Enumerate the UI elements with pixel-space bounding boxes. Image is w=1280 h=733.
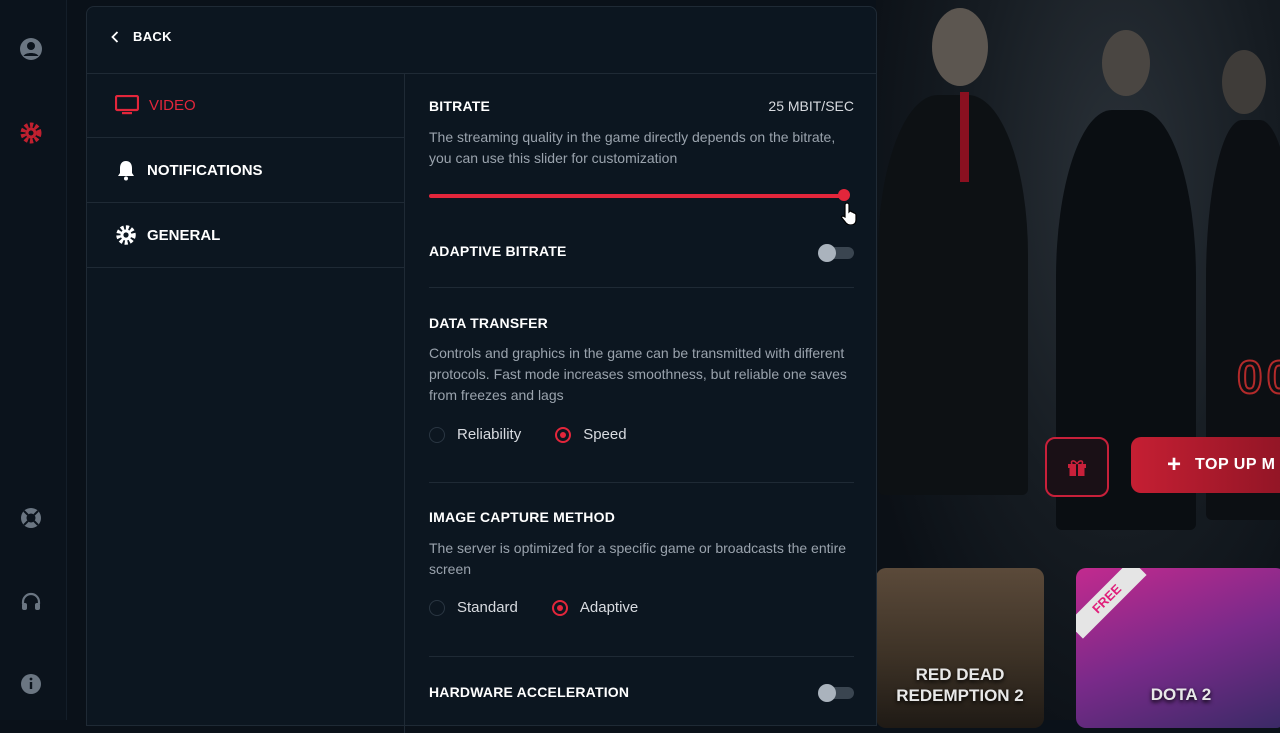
data-transfer-options: Reliability Speed	[429, 426, 627, 443]
divider	[429, 656, 854, 657]
gift-icon	[1068, 460, 1086, 476]
hand-cursor-icon	[841, 202, 857, 225]
radio-standard[interactable]: Standard	[429, 599, 518, 616]
bitrate-value: 25 MBIT/SEC	[768, 98, 854, 114]
radio-circle	[429, 599, 445, 616]
image-capture-title: IMAGE CAPTURE METHOD	[429, 509, 615, 525]
radio-speed[interactable]: Speed	[555, 426, 627, 443]
bitrate-slider-thumb[interactable]	[838, 189, 850, 201]
lifebuoy-icon[interactable]	[19, 506, 43, 530]
sidebar-item-notifications[interactable]: NOTIFICATIONS	[87, 138, 404, 203]
settings-panel: BACK VIDEO NOTIFICATIONS GENERAL BITRATE…	[86, 6, 877, 733]
hardware-acceleration-title: HARDWARE ACCELERATION	[429, 684, 630, 700]
adaptive-bitrate-toggle[interactable]	[818, 244, 854, 262]
bitrate-description: The streaming quality in the game direct…	[429, 129, 836, 166]
radio-label: Standard	[457, 599, 518, 616]
hardware-acceleration-toggle[interactable]	[818, 684, 854, 702]
sidebar-item-video[interactable]: VIDEO	[87, 73, 404, 138]
chevron-left-icon	[111, 30, 119, 43]
bitrate-slider-track[interactable]	[429, 194, 845, 198]
user-icon[interactable]	[19, 37, 43, 61]
adaptive-bitrate-title: ADAPTIVE BITRATE	[429, 243, 567, 259]
bitrate-title: BITRATE	[429, 98, 491, 114]
data-transfer-description: Controls and graphics in the game can be…	[429, 345, 847, 403]
divider	[429, 287, 854, 288]
image-capture-options: Standard Adaptive	[429, 599, 638, 616]
top-up-label: TOP UP M	[1195, 456, 1276, 473]
game-card-title: DOTA 2	[1150, 685, 1212, 704]
radio-label: Adaptive	[579, 599, 639, 616]
settings-header: BACK	[87, 7, 876, 74]
bell-icon	[118, 161, 134, 181]
radio-adaptive[interactable]: Adaptive	[551, 599, 639, 616]
settings-sidebar: VIDEO NOTIFICATIONS GENERAL	[87, 73, 405, 733]
radio-label: Speed	[583, 426, 627, 443]
info-icon[interactable]	[19, 672, 43, 696]
sidebar-item-label: GENERAL	[147, 226, 221, 244]
sidebar-item-general[interactable]: GENERAL	[87, 203, 404, 268]
radio-label: Reliability	[457, 426, 522, 443]
monitor-icon	[115, 95, 139, 115]
toggle-knob	[818, 684, 836, 702]
plus-icon: +	[1167, 451, 1182, 478]
neon-sign: 00	[1236, 350, 1280, 404]
back-button[interactable]: BACK	[111, 29, 172, 44]
radio-circle	[555, 426, 572, 443]
free-badge: FREE	[1076, 568, 1147, 639]
sidebar-item-label: VIDEO	[149, 96, 196, 114]
top-up-button[interactable]: + TOP UP M	[1131, 437, 1280, 493]
divider	[429, 482, 854, 483]
gear-icon[interactable]	[19, 121, 43, 145]
radio-reliability[interactable]: Reliability	[429, 426, 521, 443]
radio-circle	[429, 426, 445, 443]
radio-circle	[551, 599, 568, 616]
image-capture-description: The server is optimized for a specific g…	[429, 540, 847, 577]
toggle-knob	[818, 244, 836, 262]
data-transfer-title: DATA TRANSFER	[429, 315, 548, 331]
gift-button[interactable]	[1045, 437, 1109, 497]
game-card-title: RED DEAD REDEMPTION 2	[896, 665, 1024, 705]
game-card-dota[interactable]: FREE DOTA 2	[1076, 568, 1280, 728]
sidebar-item-label: NOTIFICATIONS	[147, 161, 263, 179]
game-card-red-dead[interactable]: RED DEAD REDEMPTION 2	[876, 568, 1044, 728]
headset-icon[interactable]	[19, 590, 43, 614]
app-rail	[0, 0, 67, 720]
back-label: BACK	[133, 29, 172, 44]
gear-icon	[116, 225, 136, 245]
